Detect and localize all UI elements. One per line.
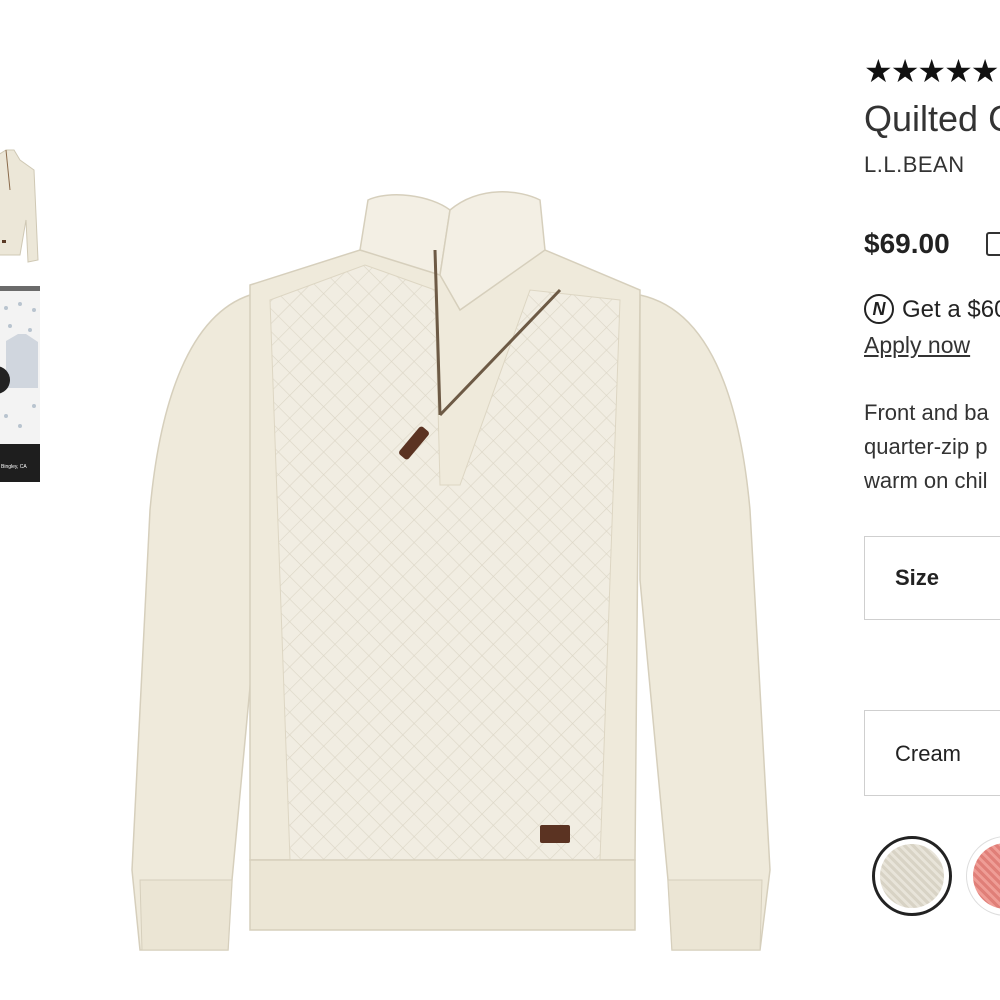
swatch-cream-fill xyxy=(880,844,944,908)
sweater-thumbnail-image xyxy=(0,149,39,263)
swatch-cream[interactable] xyxy=(872,836,952,916)
thumbnail-caption-bar: Bingley, CA xyxy=(0,444,40,482)
description-line: quarter-zip p xyxy=(864,434,988,459)
swatch-coral-fill xyxy=(973,843,1000,909)
product-brand[interactable]: L.L.BEAN xyxy=(864,152,965,178)
rating-stars[interactable]: ★★★★★ xyxy=(864,52,999,90)
price-info-icon[interactable] xyxy=(986,232,1000,256)
card-offer-text: Get a $60 xyxy=(902,296,1000,323)
thumbnail-caption: Bingley, CA xyxy=(1,464,27,470)
color-selector[interactable]: Cream xyxy=(864,710,1000,796)
thumbnail-video[interactable]: Bingley, CA xyxy=(0,286,40,482)
product-title: Quilted C xyxy=(864,98,1000,139)
description-line: Front and ba xyxy=(864,400,989,425)
product-main-image[interactable] xyxy=(120,180,800,970)
thumbnail-front[interactable] xyxy=(0,130,40,270)
size-selector[interactable]: Size xyxy=(864,536,1000,620)
description-line: warm on chil xyxy=(864,468,988,493)
card-offer-icon: N xyxy=(864,294,894,324)
thumbnail-progress-bar xyxy=(0,286,40,291)
product-description: Front and ba quarter-zip p warm on chil xyxy=(864,396,1000,498)
swatch-coral[interactable] xyxy=(966,836,1000,916)
size-label: Size xyxy=(895,565,940,590)
color-value: Cream xyxy=(895,741,962,766)
apply-now-link[interactable]: Apply now xyxy=(864,332,970,359)
product-price: $69.00 xyxy=(864,228,950,259)
